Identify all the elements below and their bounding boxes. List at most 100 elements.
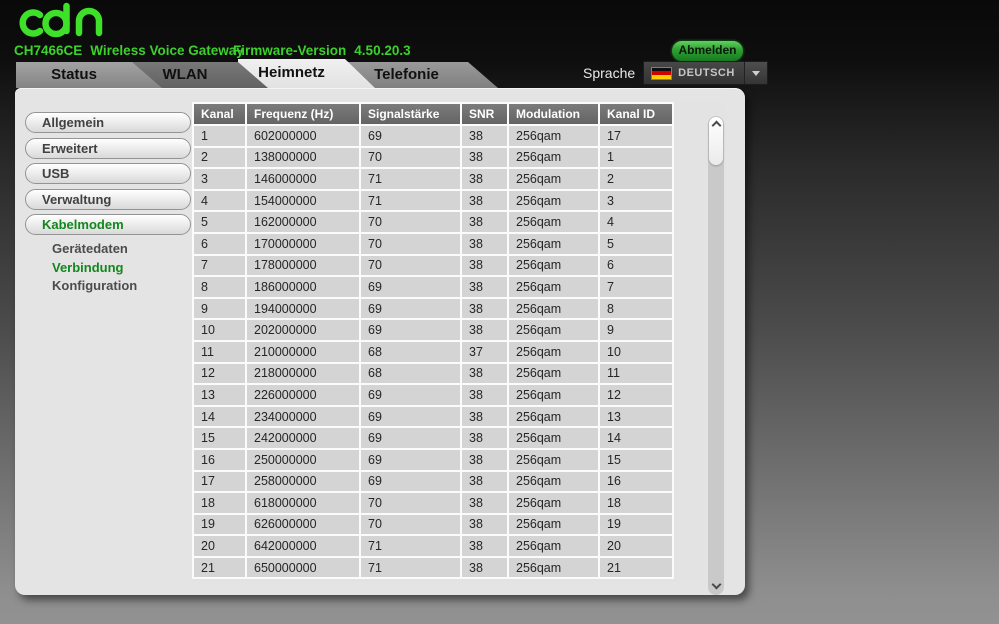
sidebar-item-allgemein[interactable]: Allgemein — [25, 112, 191, 133]
table-cell: 69 — [361, 449, 460, 470]
column-header: Modulation — [509, 104, 598, 124]
column-header: Kanal ID — [600, 104, 672, 124]
table-cell: 2 — [194, 147, 245, 168]
table-cell: 69 — [361, 471, 460, 492]
table-cell: 8 — [600, 298, 672, 319]
table-cell: 256qam — [509, 536, 598, 556]
table-cell: 38 — [462, 428, 507, 448]
table-row: 6 170000000 70 38 256qam 5 — [194, 233, 672, 254]
table-cell: 69 — [361, 126, 460, 146]
column-header: Frequenz (Hz) — [247, 104, 359, 124]
table-cell: 18 — [194, 493, 245, 513]
table-row: 4 154000000 71 38 256qam 3 — [194, 190, 672, 211]
sidebar-item-erweitert[interactable]: Erweitert — [25, 137, 191, 159]
table-cell: 38 — [462, 212, 507, 232]
table-cell: 69 — [361, 277, 460, 297]
table-row: 21 650000000 71 38 256qam 21 — [194, 557, 672, 578]
table-cell: 256qam — [509, 341, 598, 362]
table-cell: 69 — [361, 428, 460, 448]
table-cell: 8 — [194, 277, 245, 297]
table-cell: 16 — [600, 471, 672, 492]
table-cell: 70 — [361, 212, 460, 232]
downstream-table-area: Kanal Frequenz (Hz) Signalstärke SNR Modulat… — [192, 102, 726, 595]
table-cell: 256qam — [509, 233, 598, 254]
table-cell: 16 — [194, 449, 245, 470]
sidebar-link-konfiguration[interactable]: Konfiguration — [25, 277, 190, 296]
table-cell: 69 — [361, 385, 460, 405]
table-row: 7 178000000 70 38 256qam 6 — [194, 255, 672, 276]
table-cell: 11 — [194, 341, 245, 362]
table-cell: 242000000 — [247, 428, 359, 448]
table-cell: 20 — [600, 536, 672, 556]
table-cell: 70 — [361, 147, 460, 168]
table-cell: 4 — [194, 190, 245, 211]
table-cell: 71 — [361, 190, 460, 211]
table-cell: 38 — [462, 255, 507, 276]
table-cell: 38 — [462, 169, 507, 189]
table-cell: 71 — [361, 169, 460, 189]
sidebar-item-verwaltung[interactable]: Verwaltung — [25, 188, 191, 210]
table-cell: 2 — [600, 169, 672, 189]
sidebar-link-verbindung[interactable]: Verbindung — [25, 259, 190, 278]
table-body: 1 602000000 69 38 256qam 17 2 138000000 70 38 256q… — [194, 126, 672, 578]
table-cell: 38 — [462, 298, 507, 319]
table-cell: 138000000 — [247, 147, 359, 168]
table-cell: 1 — [600, 147, 672, 168]
table-cell: 38 — [462, 471, 507, 492]
table-cell: 256qam — [509, 471, 598, 492]
table-cell: 9 — [600, 320, 672, 340]
caret-down-icon — [751, 70, 760, 76]
column-header: Kanal — [194, 104, 245, 124]
device-model: CH7466CE — [14, 42, 83, 58]
table-row: 14 234000000 69 38 256qam 13 — [194, 406, 672, 427]
scroll-down-icon[interactable] — [711, 579, 722, 590]
language-selected-value: DEUTSCH — [678, 67, 735, 79]
table-cell: 38 — [462, 233, 507, 254]
table-cell: 4 — [600, 212, 672, 232]
sidebar-link-geraetedaten[interactable]: Gerätedaten — [25, 240, 190, 259]
table-row: 13 226000000 69 38 256qam 12 — [194, 385, 672, 405]
language-row: Sprache DEUTSCH — [583, 61, 768, 85]
table-cell: 68 — [361, 341, 460, 362]
table-cell: 38 — [462, 449, 507, 470]
table-cell: 38 — [462, 277, 507, 297]
scroll-up-icon[interactable] — [711, 120, 722, 131]
language-dropdown[interactable]: DEUTSCH — [643, 61, 768, 85]
table-row: 20 642000000 71 38 256qam 20 — [194, 536, 672, 556]
table-cell: 13 — [194, 385, 245, 405]
sidebar-item-kabelmodem[interactable]: Kabelmodem — [25, 214, 191, 235]
table-cell: 250000000 — [247, 449, 359, 470]
table-cell: 642000000 — [247, 536, 359, 556]
table-cell: 38 — [462, 514, 507, 535]
firmware-version: 4.50.20.3 — [354, 42, 411, 58]
table-cell: 162000000 — [247, 212, 359, 232]
table-cell: 11 — [600, 363, 672, 384]
table-cell: 15 — [194, 428, 245, 448]
table-cell: 10 — [600, 341, 672, 362]
table-cell: 3 — [194, 169, 245, 189]
table-cell: 38 — [462, 406, 507, 427]
table-cell: 650000000 — [247, 557, 359, 578]
table-row: 12 218000000 68 38 256qam 11 — [194, 363, 672, 384]
table-row: 17 258000000 69 38 256qam 16 — [194, 471, 672, 492]
table-cell: 170000000 — [247, 233, 359, 254]
table-row: 11 210000000 68 37 256qam 10 — [194, 341, 672, 362]
table-cell: 13 — [600, 406, 672, 427]
table-cell: 20 — [194, 536, 245, 556]
table-row: 9 194000000 69 38 256qam 8 — [194, 298, 672, 319]
logout-button[interactable]: Abmelden — [671, 40, 744, 62]
table-cell: 17 — [194, 471, 245, 492]
table-cell: 10 — [194, 320, 245, 340]
table-cell: 71 — [361, 557, 460, 578]
table-cell: 7 — [194, 255, 245, 276]
table-cell: 38 — [462, 557, 507, 578]
sidebar-item-usb[interactable]: USB — [25, 163, 191, 184]
table-header-row: Kanal Frequenz (Hz) Signalstärke SNR Modulat… — [194, 104, 672, 124]
table-cell: 18 — [600, 493, 672, 513]
table-scrollbar[interactable] — [708, 116, 724, 595]
table-cell: 69 — [361, 406, 460, 427]
table-cell: 194000000 — [247, 298, 359, 319]
language-dropdown-button[interactable] — [743, 62, 767, 84]
column-header: Signalstärke — [361, 104, 460, 124]
table-row: 15 242000000 69 38 256qam 14 — [194, 428, 672, 448]
